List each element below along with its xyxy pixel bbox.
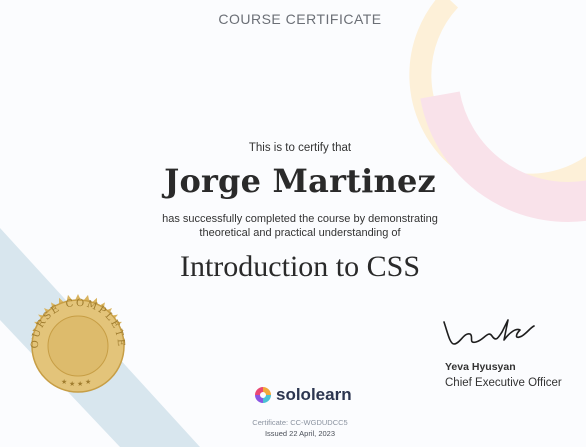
- description-line-1: has successfully completed the course by…: [162, 213, 438, 225]
- course-name: Introduction to CSS: [179, 250, 420, 283]
- seal-inner-circle: [47, 315, 109, 377]
- certificate-header: COURSE CERTIFICATE: [218, 11, 382, 27]
- svg-text:★: ★: [61, 378, 67, 386]
- course-completed-seal: COURSE COMPLETED ★ ★ ★ ★: [18, 286, 125, 393]
- certify-intro: This is to certify that: [248, 142, 352, 154]
- svg-text:★: ★: [69, 380, 75, 388]
- signatory-name: Yeva Hyusyan: [445, 361, 516, 373]
- svg-text:★: ★: [77, 380, 83, 388]
- recipient-name: Jorge Martinez: [164, 162, 436, 200]
- svg-text:★: ★: [85, 378, 91, 386]
- logo-wordmark: sololearn: [276, 385, 352, 404]
- signatory-title: Chief Executive Officer: [445, 377, 562, 389]
- issued-date: Issued 22 April, 2023: [264, 429, 336, 438]
- certificate-number: Certificate: CC-WGDUDCC5: [252, 418, 348, 427]
- ceo-signature: [443, 319, 535, 345]
- completion-description: has successfully completed the course by…: [0, 212, 586, 240]
- sololearn-logo: sololearn: [253, 383, 352, 407]
- sololearn-logo-icon: [255, 387, 271, 403]
- description-line-2: theoretical and practical understanding …: [199, 227, 401, 239]
